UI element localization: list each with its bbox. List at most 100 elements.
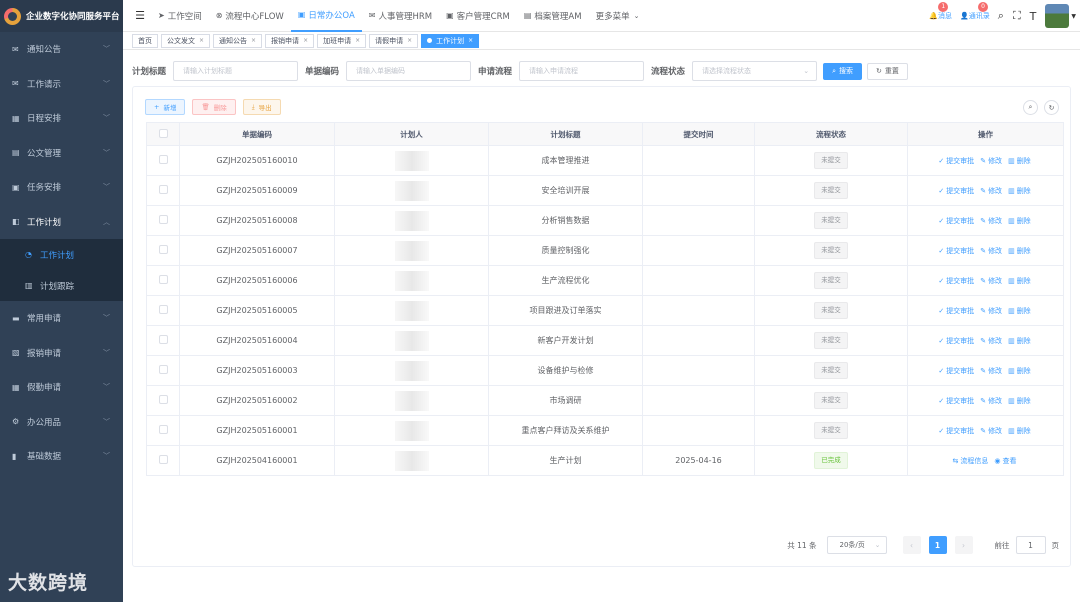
page-number-1[interactable]: 1: [928, 536, 947, 554]
row-checkbox[interactable]: [158, 185, 168, 194]
delete-link[interactable]: ▥ 删除: [1008, 247, 1033, 255]
page-size-select[interactable]: 20条/页 ⌄: [826, 536, 887, 554]
submit-approval-link[interactable]: ✓ 提交审批: [938, 157, 976, 165]
delete-button[interactable]: 🗑 删除: [192, 99, 236, 115]
edit-link[interactable]: ✎ 修改: [980, 277, 1004, 285]
edit-link[interactable]: ✎ 修改: [980, 247, 1004, 255]
reset-button[interactable]: ↻ 重置: [866, 62, 908, 80]
delete-link[interactable]: ▥ 删除: [1008, 277, 1033, 285]
submit-approval-link[interactable]: ✓ 提交审批: [938, 397, 976, 405]
delete-link[interactable]: ▥ 删除: [1008, 217, 1033, 225]
tag-2[interactable]: 通知公告 ×: [213, 33, 263, 48]
row-checkbox[interactable]: [158, 155, 168, 164]
top-tab-3[interactable]: ✉ 人事管理HRM: [362, 0, 439, 32]
row-checkbox-cell[interactable]: [146, 415, 180, 446]
table-row[interactable]: GZJH202505160009 安全培训开展 未提交 ✓ 提交审批 ✎ 修改 ▥ 删除: [146, 175, 1064, 206]
edit-link[interactable]: ✎ 修改: [980, 337, 1004, 345]
table-row[interactable]: GZJH202505160002 市场调研 未提交 ✓ 提交审批 ✎ 修改 ▥ 删除: [146, 385, 1064, 416]
edit-link[interactable]: ✎ 修改: [980, 187, 1004, 195]
row-checkbox-cell[interactable]: [146, 385, 180, 416]
submit-approval-link[interactable]: ✓ 提交审批: [938, 307, 976, 315]
app-logo[interactable]: 企业数字化协同服务平台: [0, 0, 123, 32]
search-icon[interactable]: ⌕: [998, 9, 1004, 23]
submit-approval-link[interactable]: ✓ 提交审批: [938, 247, 976, 255]
top-tab-2[interactable]: ▣ 日常办公OA: [290, 0, 362, 32]
messages-button[interactable]: 🔔 消息 1: [929, 2, 952, 21]
submit-approval-link[interactable]: ✓ 提交审批: [938, 217, 976, 225]
table-row[interactable]: GZJH202504160001 生产计划 2025-04-16 已完成 ⇆ 流程信息 ◉ 查…: [146, 445, 1064, 476]
table-row[interactable]: GZJH202505160008 分析销售数据 未提交 ✓ 提交审批 ✎ 修改 ▥ 删除: [146, 205, 1064, 236]
fullscreen-icon[interactable]: ⛶: [1013, 9, 1021, 23]
edit-link[interactable]: ✎ 修改: [980, 427, 1004, 435]
top-tab-6[interactable]: 更多菜单 ⌄: [589, 0, 647, 32]
delete-link[interactable]: ▥ 删除: [1008, 427, 1033, 435]
submit-approval-link[interactable]: ✓ 提交审批: [938, 277, 976, 285]
close-icon[interactable]: ×: [303, 37, 308, 44]
goto-page-input[interactable]: 1: [1015, 536, 1046, 554]
add-button[interactable]: + 新增: [145, 99, 186, 115]
close-icon[interactable]: ×: [407, 37, 412, 44]
refresh-icon[interactable]: ↻: [1044, 100, 1059, 115]
edit-link[interactable]: ✎ 修改: [980, 217, 1004, 225]
select-all-checkbox[interactable]: [158, 128, 168, 138]
close-icon[interactable]: ×: [251, 37, 256, 44]
delete-link[interactable]: ▥ 删除: [1008, 307, 1033, 315]
table-row[interactable]: GZJH202505160001 重点客户拜访及关系维护 未提交 ✓ 提交审批 ✎ 修改 ▥ 删…: [146, 415, 1064, 446]
sidebar-item-1[interactable]: ✉ 工作请示 ﹀: [0, 67, 123, 102]
table-row[interactable]: GZJH202505160003 设备维护与检修 未提交 ✓ 提交审批 ✎ 修改 ▥ 删除: [146, 355, 1064, 386]
delete-link[interactable]: ▥ 删除: [1008, 337, 1033, 345]
submit-approval-link[interactable]: ✓ 提交审批: [938, 187, 976, 195]
row-checkbox-cell[interactable]: [146, 145, 180, 176]
sidebar-subitem-0[interactable]: ◔ 工作计划: [0, 239, 123, 270]
contacts-button[interactable]: 👤 通讯录 0: [960, 2, 990, 21]
submit-approval-link[interactable]: ✓ 提交审批: [938, 427, 976, 435]
tag-0[interactable]: 首页: [132, 33, 158, 48]
top-tab-1[interactable]: ⊗ 流程中心FLOW: [209, 0, 291, 32]
avatar[interactable]: [1045, 4, 1070, 28]
top-tab-0[interactable]: ➤ 工作空间: [151, 0, 209, 32]
sidebar-item-0[interactable]: ✉ 通知公告 ﹀: [0, 32, 123, 67]
tag-4[interactable]: 加班申请 ×: [317, 33, 367, 48]
hamburger-icon[interactable]: ☰: [129, 9, 151, 22]
row-checkbox-cell[interactable]: [146, 295, 180, 326]
row-checkbox[interactable]: [158, 455, 168, 464]
row-checkbox-cell[interactable]: [146, 355, 180, 386]
submit-approval-link[interactable]: ✓ 提交审批: [938, 337, 976, 345]
next-page-button[interactable]: ›: [954, 536, 973, 554]
tag-5[interactable]: 请假申请 ×: [369, 33, 419, 48]
flow-input[interactable]: 请输入申请流程: [519, 61, 645, 81]
status-select[interactable]: 请选择流程状态 ⌄: [692, 61, 818, 81]
doc-no-input[interactable]: 请输入单据编码: [346, 61, 472, 81]
row-checkbox-cell[interactable]: [146, 445, 180, 476]
row-checkbox-cell[interactable]: [146, 265, 180, 296]
close-icon[interactable]: ×: [199, 37, 204, 44]
table-row[interactable]: GZJH202505160004 新客户开发计划 未提交 ✓ 提交审批 ✎ 修改 ▥ 删除: [146, 325, 1064, 356]
edit-link[interactable]: ✎ 修改: [980, 367, 1004, 375]
delete-link[interactable]: ▥ 删除: [1008, 367, 1033, 375]
top-tab-4[interactable]: ▣ 客户管理CRM: [439, 0, 517, 32]
sidebar-item-4[interactable]: ▣ 任务安排 ﹀: [0, 170, 123, 205]
row-checkbox-cell[interactable]: [146, 235, 180, 266]
table-row[interactable]: GZJH202505160005 项目跟进及订单落实 未提交 ✓ 提交审批 ✎ 修改 ▥ 删除: [146, 295, 1064, 326]
toggle-search-icon[interactable]: ⌕: [1023, 100, 1038, 115]
row-checkbox-cell[interactable]: [146, 325, 180, 356]
row-checkbox-cell[interactable]: [146, 175, 180, 206]
table-row[interactable]: GZJH202505160010 成本管理推进 未提交 ✓ 提交审批 ✎ 修改 ▥ 删除: [146, 145, 1064, 176]
row-checkbox[interactable]: [158, 305, 168, 314]
delete-link[interactable]: ▥ 删除: [1008, 397, 1033, 405]
sidebar-item-6[interactable]: ▬ 常用申请 ﹀: [0, 301, 123, 336]
tag-3[interactable]: 报销申请 ×: [265, 33, 315, 48]
submit-approval-link[interactable]: ✓ 提交审批: [938, 367, 976, 375]
edit-link[interactable]: ✎ 修改: [980, 307, 1004, 315]
font-size-icon[interactable]: T: [1030, 10, 1037, 23]
sidebar-item-9[interactable]: ⚙ 办公用品 ﹀: [0, 405, 123, 440]
sidebar-item-10[interactable]: ▮ 基础数据 ﹀: [0, 439, 123, 474]
delete-link[interactable]: ▥ 删除: [1008, 157, 1033, 165]
search-button[interactable]: ⌕ 搜索: [823, 62, 862, 80]
view-link[interactable]: ◉ 查看: [994, 457, 1018, 465]
delete-link[interactable]: ▥ 删除: [1008, 187, 1033, 195]
flow-info-link[interactable]: ⇆ 流程信息: [953, 457, 991, 465]
sidebar-item-5[interactable]: ◧ 工作计划 ︿: [0, 205, 123, 240]
export-button[interactable]: ⤓ 导出: [242, 99, 281, 115]
sidebar-item-2[interactable]: ▦ 日程安排 ﹀: [0, 101, 123, 136]
